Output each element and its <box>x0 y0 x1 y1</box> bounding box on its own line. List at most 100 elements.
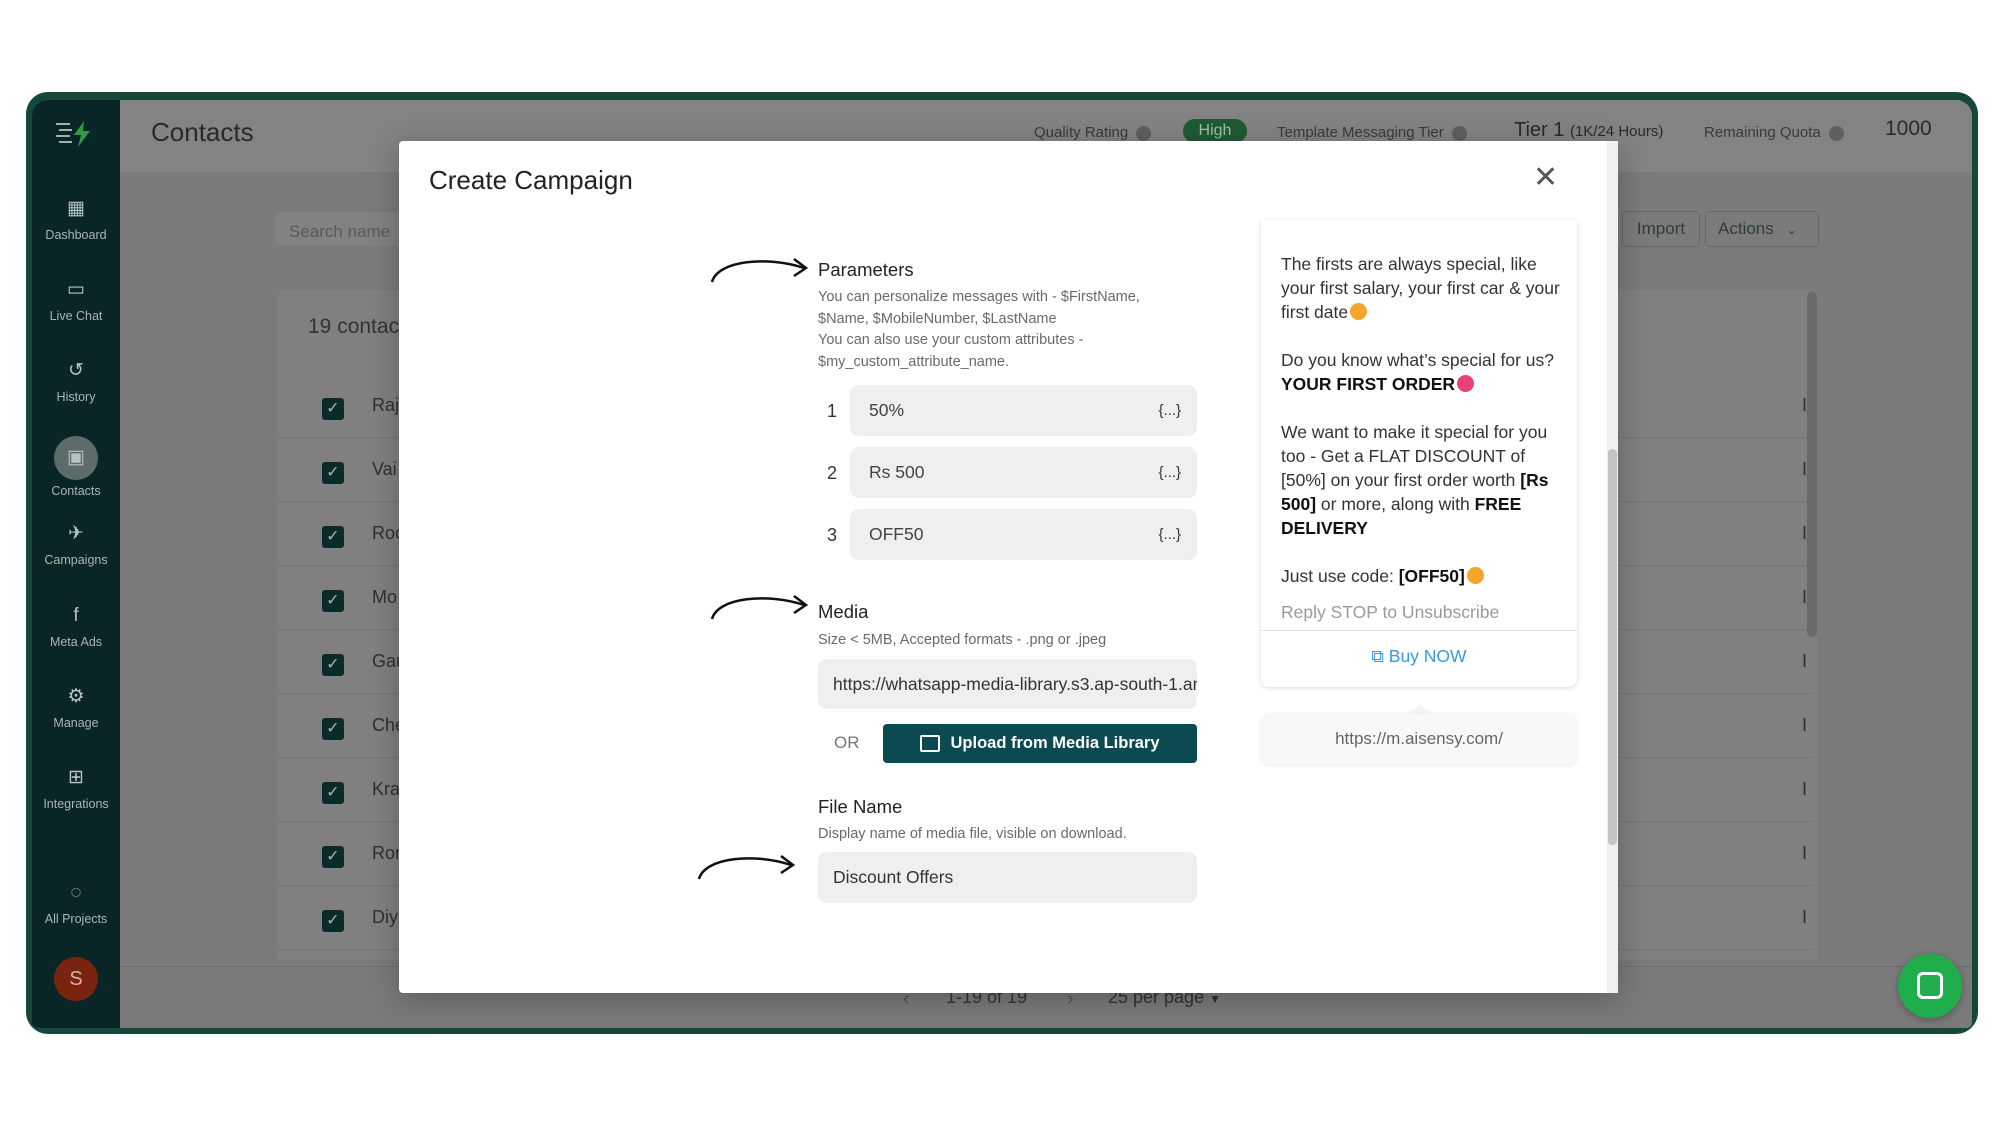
arrow-icon <box>710 595 809 620</box>
buy-now-button[interactable]: ⧉ Buy NOW <box>1261 646 1577 667</box>
quota-label: Remaining Quota <box>1704 124 1844 141</box>
param-input-2[interactable]: Rs 500 {...} <box>850 447 1197 498</box>
sidebar-item-meta-ads[interactable]: f Meta Ads <box>32 605 120 649</box>
sidebar-item-campaigns[interactable]: ✈ Campaigns <box>32 523 120 567</box>
media-url-input[interactable]: https://whatsapp-media-library.s3.ap-sou… <box>818 659 1197 709</box>
logo-icon <box>54 118 98 148</box>
quality-rating-label: Quality Rating <box>1034 124 1152 141</box>
checkbox[interactable]: ✓ <box>322 910 344 932</box>
or-separator: OR <box>834 733 860 752</box>
arrow-icon <box>697 855 796 880</box>
sidebar-item-label: Manage <box>53 716 99 730</box>
variable-icon[interactable]: {...} <box>1158 402 1181 419</box>
chat-icon <box>1917 972 1943 999</box>
preview-paragraph: Do you know what’s special for us? YOUR … <box>1281 348 1571 396</box>
preview-text: Do you know what’s special for us? <box>1281 350 1555 370</box>
preview-text: The firsts are always special, like your… <box>1281 254 1560 322</box>
chevron-down-icon: ⌄ <box>1786 223 1797 237</box>
tier-value: Tier 1 (1K/24 Hours) <box>1514 119 1663 142</box>
file-name-description: Display name of media file, visible on d… <box>818 826 1127 842</box>
integrations-icon: ⊞ <box>68 767 84 788</box>
tier-detail: (1K/24 Hours) <box>1569 123 1664 140</box>
param-number: 3 <box>827 525 838 545</box>
modal-scrollbar-thumb[interactable] <box>1608 449 1617 845</box>
param-input-1[interactable]: 50% {...} <box>850 385 1197 436</box>
contact-cell: I <box>1802 715 1808 735</box>
checkbox[interactable]: ✓ <box>322 654 344 676</box>
sidebar-item-dashboard[interactable]: ▦ Dashboard <box>32 198 120 242</box>
file-name-input[interactable]: Discount Offers <box>818 852 1197 903</box>
quota-value: 1000 <box>1885 117 1932 140</box>
sidebar-item-all-projects[interactable]: ◌ All Projects <box>32 882 120 926</box>
preview-bold: YOUR FIRST ORDER <box>1281 374 1456 394</box>
param-value: OFF50 <box>869 524 924 544</box>
preview-paragraph: The firsts are always special, like your… <box>1281 252 1571 324</box>
actions-dropdown[interactable]: Actions ⌄ <box>1705 211 1819 247</box>
quality-badge: High <box>1183 119 1247 143</box>
external-link-icon: ⧉ <box>1371 646 1389 666</box>
file-name-label: File Name <box>818 796 903 817</box>
sidebar-item-integrations[interactable]: ⊞ Integrations <box>32 767 120 811</box>
param-value: Rs 500 <box>869 462 925 482</box>
info-icon[interactable] <box>1828 125 1844 141</box>
button-url-tooltip: https://m.aisensy.com/ <box>1261 714 1577 764</box>
parameters-description: You can personalize messages with - $Fir… <box>818 287 1140 373</box>
contacts-icon: ▣ <box>54 436 98 480</box>
tier-value-text: Tier 1 <box>1514 119 1565 141</box>
table-scrollbar[interactable] <box>1807 292 1817 637</box>
divider <box>1261 630 1577 631</box>
desc-line: You can also use your custom attributes … <box>818 332 1084 348</box>
image-icon <box>920 735 941 752</box>
media-description: Size < 5MB, Accepted formats - .png or .… <box>818 632 1107 648</box>
preview-paragraph: Just use code: [OFF50] <box>1281 564 1571 588</box>
upload-label: Upload from Media Library <box>950 734 1160 752</box>
contact-cell: I <box>1802 779 1808 799</box>
sidebar-item-label: Contacts <box>51 484 101 498</box>
param-number: 2 <box>827 463 838 483</box>
avatar[interactable]: S <box>54 957 98 1001</box>
desc-line: $Name, $MobileNumber, $LastName <box>818 310 1057 327</box>
preview-text: We want to make it special for you too -… <box>1281 422 1548 490</box>
relieved-face-emoji-icon <box>1350 303 1368 320</box>
sidebar-item-manage[interactable]: ⚙ Manage <box>32 686 120 730</box>
desc-line: You can personalize messages with - $Fir… <box>818 289 1140 305</box>
variable-icon[interactable]: {...} <box>1158 526 1181 543</box>
tier-label: Template Messaging Tier <box>1277 124 1467 141</box>
preview-bold: [OFF50] <box>1398 566 1465 586</box>
import-button[interactable]: Import <box>1622 211 1700 247</box>
checkbox[interactable]: ✓ <box>322 398 344 420</box>
contacts-count: 19 contac <box>308 315 400 338</box>
sidebar-item-label: History <box>56 390 96 404</box>
close-icon[interactable]: ✕ <box>1533 163 1558 193</box>
sidebar-item-history[interactable]: ↺ History <box>32 360 120 404</box>
preview-text: Just use code: <box>1281 566 1399 586</box>
checkbox[interactable]: ✓ <box>322 590 344 612</box>
checkbox[interactable]: ✓ <box>322 846 344 868</box>
modal-title: Create Campaign <box>429 165 633 195</box>
unsubscribe-footer: Reply STOP to Unsubscribe <box>1281 602 1500 622</box>
info-icon[interactable] <box>1451 125 1467 141</box>
media-label: Media <box>818 601 869 622</box>
sidebar-item-live-chat[interactable]: ▭ Live Chat <box>32 279 120 323</box>
sidebar-item-contacts[interactable]: ▣ Contacts <box>32 436 120 498</box>
chat-widget-button[interactable] <box>1898 954 1962 1018</box>
checkbox[interactable]: ✓ <box>322 718 344 740</box>
checkbox[interactable]: ✓ <box>322 526 344 548</box>
money-mouth-emoji-icon <box>1466 567 1484 584</box>
upload-media-button[interactable]: Upload from Media Library <box>883 724 1197 763</box>
message-preview: The firsts are always special, like your… <box>1261 220 1577 687</box>
param-number: 1 <box>827 401 838 421</box>
checkbox[interactable]: ✓ <box>322 462 344 484</box>
variable-icon[interactable]: {...} <box>1158 464 1181 481</box>
sidebar-item-label: Campaigns <box>44 553 108 567</box>
param-value: 50% <box>869 400 905 420</box>
info-icon[interactable] <box>1136 125 1152 141</box>
contact-name: Mo <box>372 587 398 607</box>
param-input-3[interactable]: OFF50 {...} <box>850 509 1197 560</box>
buy-now-label: Buy NOW <box>1388 646 1467 666</box>
tier-label-text: Template Messaging Tier <box>1277 124 1444 141</box>
gear-icon: ⚙ <box>67 686 85 707</box>
preview-text: or more, along with <box>1316 494 1475 514</box>
desc-line: $my_custom_attribute_name. <box>818 353 1010 370</box>
checkbox[interactable]: ✓ <box>322 782 344 804</box>
